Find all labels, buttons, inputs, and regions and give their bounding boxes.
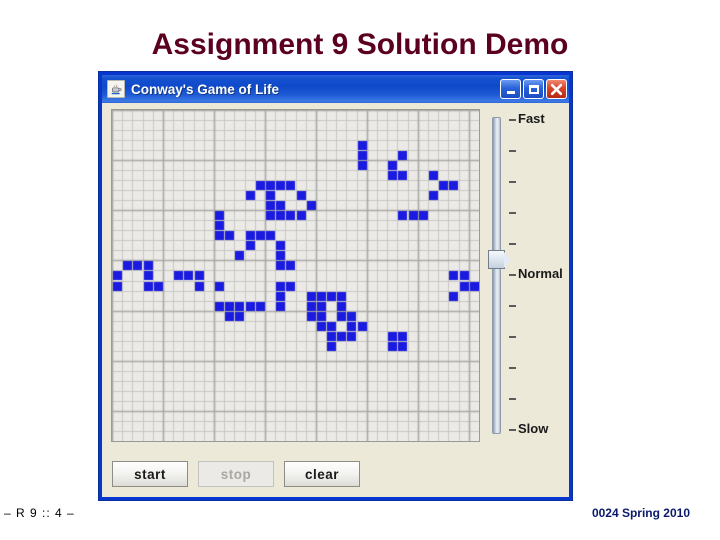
slider-tick (509, 398, 516, 400)
footer-course-term: 0024 Spring 2010 (591, 506, 690, 520)
slider-tick (509, 150, 516, 152)
slide-root: Assignment 9 Solution Demo Conway's Game… (0, 0, 720, 540)
slider-tick (509, 336, 516, 338)
slider-track[interactable] (492, 117, 501, 434)
slider-tick (509, 367, 516, 369)
maximize-icon (528, 84, 539, 94)
slider-tick (509, 274, 516, 276)
conway-game-window: Conway's Game of Life Fast Normal Slow s… (99, 72, 572, 500)
slider-label: Slow (518, 421, 549, 436)
slider-tick (509, 305, 516, 307)
slider-tick (509, 181, 516, 183)
slider-thumb[interactable] (488, 249, 511, 269)
slider-label: Fast (518, 111, 545, 126)
close-button[interactable] (546, 79, 567, 99)
window-title: Conway's Game of Life (131, 81, 279, 97)
slider-tick (509, 212, 516, 214)
minimize-button[interactable] (500, 79, 521, 99)
stop-button: stop (198, 461, 274, 487)
life-grid-canvas[interactable] (112, 110, 479, 441)
slider-tick (509, 429, 516, 431)
slider-tick (509, 243, 516, 245)
speed-slider[interactable]: Fast Normal Slow (484, 109, 569, 442)
footer-slide-ref: – R 9 :: 4 – (4, 506, 75, 520)
window-titlebar[interactable]: Conway's Game of Life (102, 75, 569, 103)
slider-label: Normal (518, 266, 563, 281)
life-grid[interactable] (111, 109, 480, 442)
slider-tick (509, 119, 516, 121)
start-button[interactable]: start (112, 461, 188, 487)
minimize-icon (506, 91, 515, 94)
clear-button[interactable]: clear (284, 461, 360, 487)
java-coffee-cup-icon (107, 80, 125, 98)
close-icon (550, 83, 563, 95)
window-body: Fast Normal Slow start stop clear (102, 103, 569, 497)
page-title: Assignment 9 Solution Demo (151, 28, 569, 61)
maximize-button[interactable] (523, 79, 544, 99)
control-button-bar: start stop clear (112, 457, 370, 491)
